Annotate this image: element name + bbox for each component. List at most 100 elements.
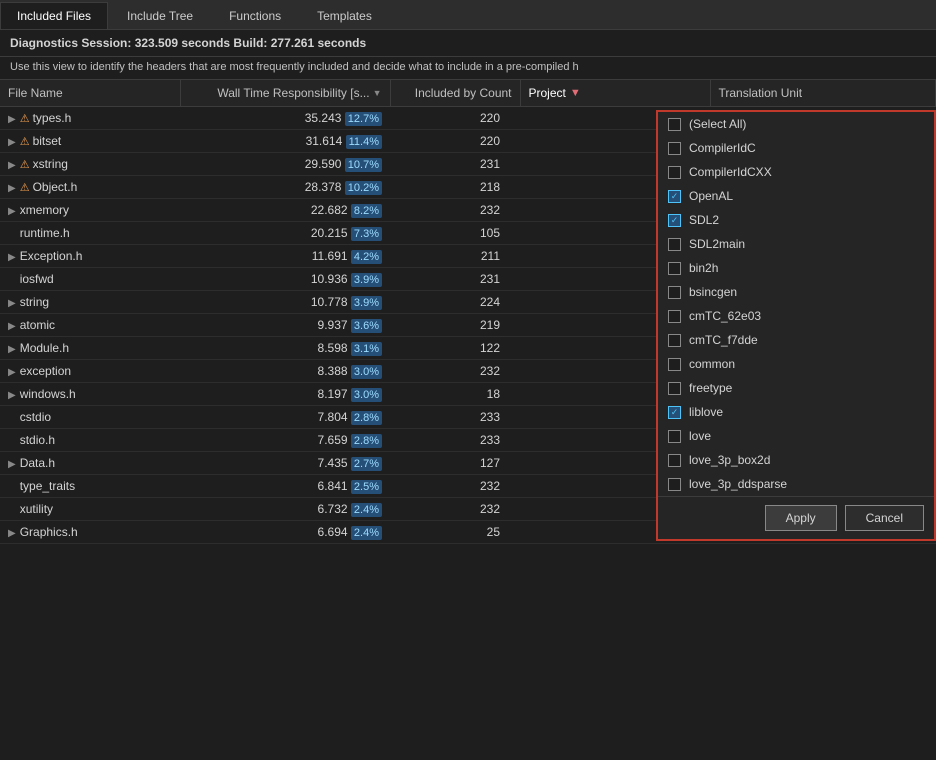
expand-arrow-icon[interactable]: ▶ [8,137,16,148]
tab-include-tree[interactable]: Include Tree [110,2,210,29]
cell-filename: ▶⚠bitset [0,130,180,153]
checkbox[interactable] [668,478,681,491]
checkbox[interactable] [668,310,681,323]
dropdown-item[interactable]: (Select All) [658,112,934,136]
tab-bar: Included Files Include Tree Functions Te… [0,0,936,30]
cancel-button[interactable]: Cancel [845,505,924,531]
percent-badge: 3.6% [351,319,382,333]
cell-walltime: 8.598 3.1% [180,337,390,360]
checkbox[interactable] [668,286,681,299]
dropdown-item[interactable]: bin2h [658,256,934,280]
expand-arrow-icon: ▶ [8,229,16,240]
cell-walltime: 8.388 3.0% [180,360,390,383]
tab-templates[interactable]: Templates [300,2,389,29]
tab-included-files[interactable]: Included Files [0,2,108,29]
cell-count: 232 [390,360,520,383]
warning-icon: ⚠ [20,159,30,171]
dropdown-item-label: love_3p_box2d [689,453,770,467]
dropdown-item-label: bsincgen [689,285,737,299]
dropdown-item[interactable]: liblove [658,400,934,424]
dropdown-item[interactable]: common [658,352,934,376]
dropdown-buttons: Apply Cancel [658,496,934,539]
expand-arrow-icon[interactable]: ▶ [8,367,16,378]
expand-arrow-icon[interactable]: ▶ [8,390,16,401]
checkbox[interactable] [668,190,681,203]
expand-arrow-icon[interactable]: ▶ [8,298,16,309]
checkbox[interactable] [668,214,681,227]
filename-label: atomic [20,318,55,332]
filename-label: xstring [33,157,68,171]
cell-walltime: 28.378 10.2% [180,176,390,199]
percent-badge: 2.4% [351,503,382,517]
percent-badge: 3.9% [351,296,382,310]
checkbox[interactable] [668,118,681,131]
dropdown-item[interactable]: OpenAL [658,184,934,208]
expand-arrow-icon[interactable]: ▶ [8,206,16,217]
dropdown-item[interactable]: love [658,424,934,448]
filename-label: Data.h [20,456,55,470]
dropdown-item[interactable]: freetype [658,376,934,400]
dropdown-item-label: freetype [689,381,732,395]
cell-walltime: 31.614 11.4% [180,130,390,153]
checkbox[interactable] [668,382,681,395]
tab-functions[interactable]: Functions [212,2,298,29]
expand-arrow-icon[interactable]: ▶ [8,321,16,332]
expand-arrow-icon[interactable]: ▶ [8,114,16,125]
cell-filename: ▶cstdio [0,406,180,429]
cell-count: 211 [390,245,520,268]
percent-badge: 2.4% [351,526,382,540]
view-description: Use this view to identify the headers th… [0,57,936,80]
cell-count: 224 [390,291,520,314]
dropdown-item[interactable]: CompilerIdC [658,136,934,160]
cell-filename: ▶ string [0,291,180,314]
filter-icon: ▼ [570,87,581,99]
cell-filename: ▶type_traits [0,475,180,498]
project-filter-list[interactable]: (Select All)CompilerIdCCompilerIdCXXOpen… [658,112,934,496]
cell-filename: ▶runtime.h [0,222,180,245]
checkbox[interactable] [668,358,681,371]
expand-arrow-icon[interactable]: ▶ [8,252,16,263]
filename-label: string [20,295,49,309]
percent-badge: 3.0% [351,365,382,379]
expand-arrow-icon[interactable]: ▶ [8,160,16,171]
filename-label: xmemory [20,203,69,217]
dropdown-item[interactable]: cmTC_62e03 [658,304,934,328]
expand-arrow-icon[interactable]: ▶ [8,459,16,470]
checkbox[interactable] [668,406,681,419]
expand-arrow-icon: ▶ [8,482,16,493]
col-walltime: Wall Time Responsibility [s... ▼ [180,80,390,107]
expand-arrow-icon[interactable]: ▶ [8,344,16,355]
dropdown-item[interactable]: cmTC_f7dde [658,328,934,352]
dropdown-item[interactable]: bsincgen [658,280,934,304]
cell-filename: ▶ ⚠xstring [0,153,180,176]
checkbox[interactable] [668,262,681,275]
cell-count: 232 [390,475,520,498]
percent-badge: 2.8% [351,411,382,425]
checkbox[interactable] [668,142,681,155]
expand-arrow-icon[interactable]: ▶ [8,183,16,194]
checkbox[interactable] [668,430,681,443]
warning-icon: ⚠ [20,136,30,148]
dropdown-item[interactable]: SDL2 [658,208,934,232]
warning-icon: ⚠ [20,182,30,194]
filename-label: windows.h [20,387,76,401]
cell-filename: ▶ xmemory [0,199,180,222]
filename-label: Graphics.h [20,525,78,539]
cell-walltime: 6.732 2.4% [180,498,390,521]
session-info: Diagnostics Session: 323.509 seconds Bui… [0,30,936,57]
checkbox[interactable] [668,166,681,179]
col-project[interactable]: Project ▼ [520,80,710,107]
checkbox[interactable] [668,454,681,467]
dropdown-item[interactable]: love_3p_box2d [658,448,934,472]
dropdown-item[interactable]: SDL2main [658,232,934,256]
expand-arrow-icon[interactable]: ▶ [8,528,16,539]
cell-filename: ▶ Graphics.h [0,521,180,544]
checkbox[interactable] [668,238,681,251]
cell-count: 18 [390,383,520,406]
cell-count: 219 [390,314,520,337]
dropdown-item[interactable]: love_3p_ddsparse [658,472,934,496]
apply-button[interactable]: Apply [765,505,837,531]
dropdown-item[interactable]: CompilerIdCXX [658,160,934,184]
dropdown-item-label: SDL2 [689,213,719,227]
checkbox[interactable] [668,334,681,347]
